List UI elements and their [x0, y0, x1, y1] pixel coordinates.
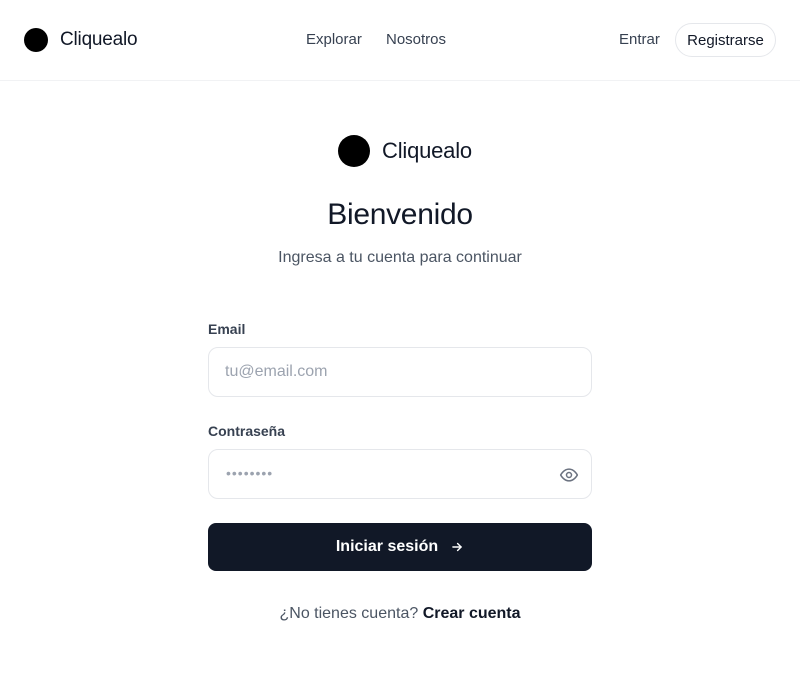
arrow-right-icon — [450, 540, 464, 554]
login-brand: Cliquealo — [338, 135, 472, 167]
signup-prompt: ¿No tienes cuenta? — [279, 605, 419, 622]
nav-link-explore[interactable]: Explorar — [306, 31, 362, 48]
email-field-container — [208, 347, 592, 397]
logo-icon — [338, 135, 370, 167]
login-submit-button[interactable]: Iniciar sesión — [208, 523, 592, 571]
create-account-link[interactable]: Crear cuenta — [423, 605, 521, 622]
brand-home-link[interactable]: Cliquealo — [24, 28, 138, 52]
top-navigation: Cliquealo Explorar Nosotros Entrar Regis… — [0, 0, 800, 81]
email-input[interactable] — [209, 348, 591, 396]
logo-icon — [24, 28, 48, 52]
brand-name: Cliquealo — [60, 29, 138, 50]
register-button[interactable]: Registrarse — [675, 23, 776, 57]
password-label: Contraseña — [208, 423, 286, 439]
login-link[interactable]: Entrar — [619, 31, 660, 48]
login-brand-name: Cliquealo — [382, 138, 472, 163]
signup-prompt-row: ¿No tienes cuenta? Crear cuenta — [0, 605, 800, 623]
login-submit-label: Iniciar sesión — [335, 538, 439, 555]
eye-icon[interactable] — [559, 465, 579, 485]
page-title: Bienvenido — [327, 198, 473, 231]
email-label: Email — [208, 321, 246, 337]
password-masked-value: •••••••• — [226, 465, 274, 481]
page-subtitle: Ingresa a tu cuenta para continuar — [278, 249, 522, 266]
nav-link-about[interactable]: Nosotros — [386, 31, 446, 48]
password-field[interactable]: •••••••• — [208, 449, 592, 499]
